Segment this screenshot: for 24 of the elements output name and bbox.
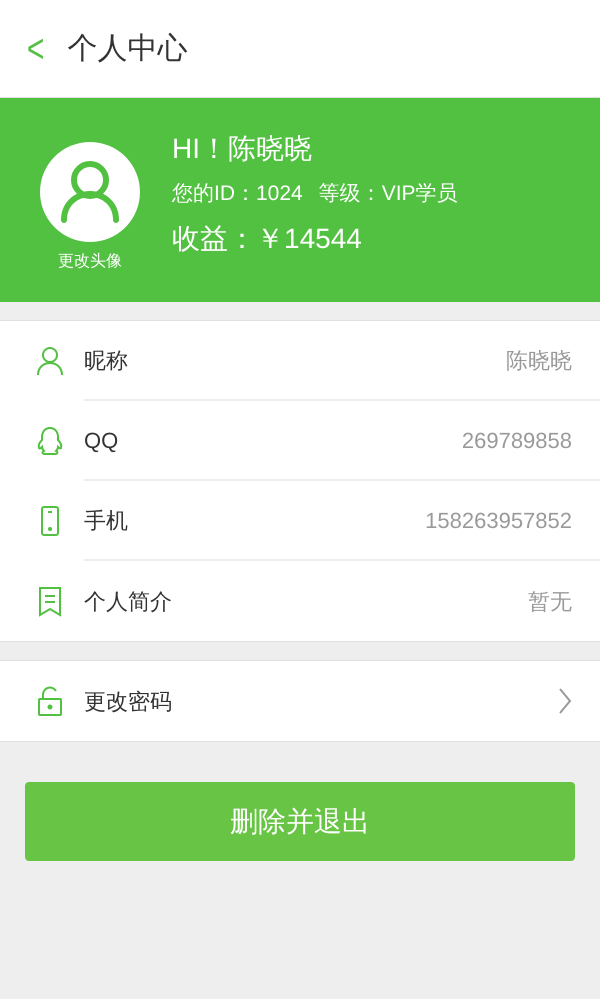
row-label: 昵称 [84,346,128,374]
settings-row[interactable]: 更改密码 [0,661,600,741]
avatar-caption[interactable]: 更改头像 [58,250,122,274]
row-value: 158263957852 [425,506,572,534]
row-label: 个人简介 [84,588,172,616]
row-label: 手机 [84,506,128,534]
lock-icon [36,685,64,717]
greeting: HI！陈晓晓 [172,132,313,166]
person-icon [36,345,64,377]
row-value: 陈晓晓 [506,346,572,374]
user-level: 等级：VIP学员 [318,181,458,208]
bookmark-icon [36,585,64,617]
page-title: 个人中心 [67,31,188,67]
chevron-right-icon [558,687,572,715]
back-button[interactable]: < [26,28,44,68]
row-label: QQ [84,426,118,454]
penguin-icon [36,425,64,457]
row-label: 更改密码 [84,688,173,716]
delete-and-exit-button[interactable]: 删除并退出 [25,782,575,861]
person-icon [60,160,120,224]
user-id: 您的ID：1024 [172,181,303,208]
row-value: 269789858 [462,426,572,454]
earnings: 收益：￥14544 [172,222,363,256]
row-value: 暂无 [528,588,572,616]
